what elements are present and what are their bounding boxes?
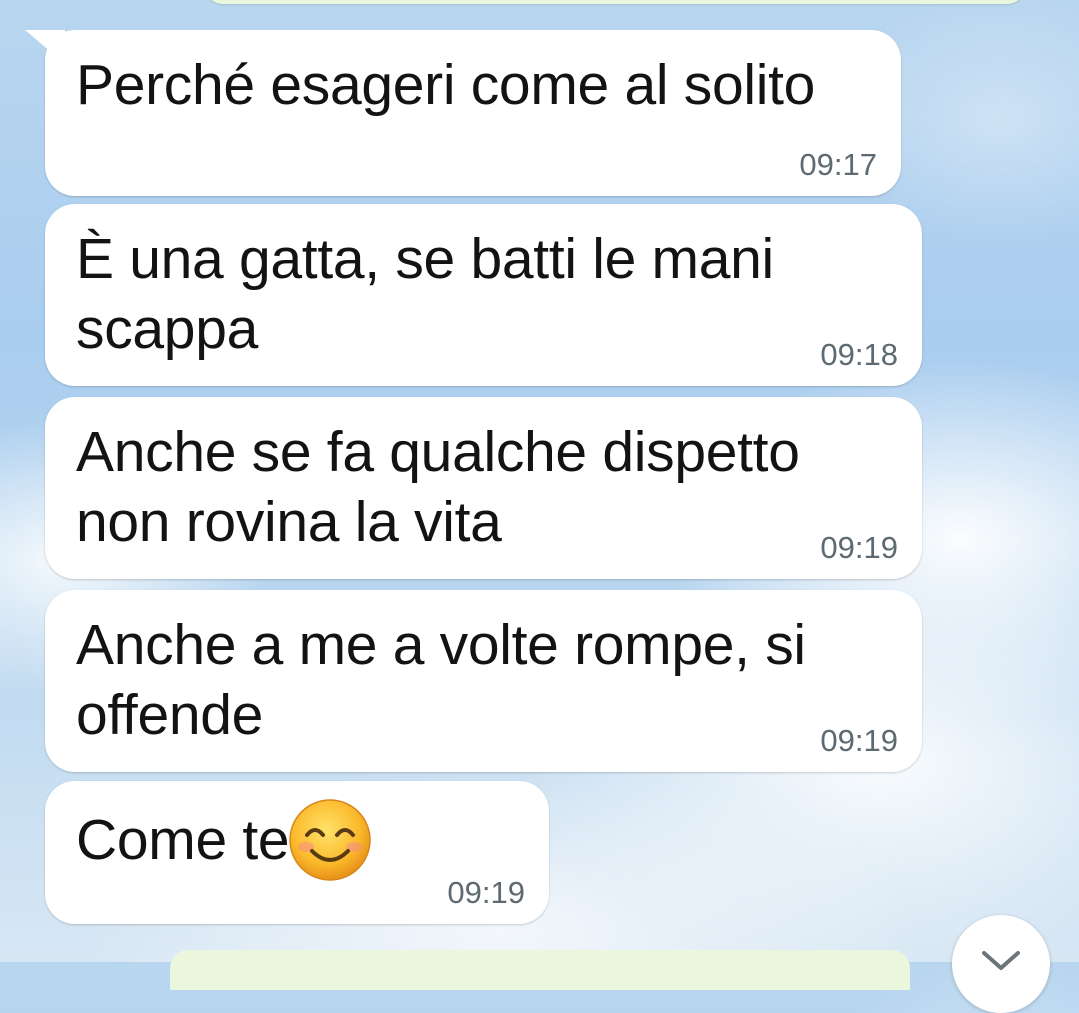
message-timestamp: 09:19 — [447, 875, 525, 910]
message-timestamp: 09:19 — [820, 723, 898, 758]
scroll-to-bottom-button[interactable] — [952, 915, 1050, 1013]
chevron-down-icon — [982, 951, 1020, 970]
incoming-message-bubble[interactable]: Anche a me a volte rompe, si offende 09:… — [45, 590, 922, 772]
message-text: Anche a me a volte rompe, si offende — [76, 613, 806, 747]
message-text: È una gatta, se batti le mani scappa — [76, 227, 774, 361]
outgoing-message-bubble-partial[interactable] — [205, 0, 1025, 4]
message-text: Anche se fa qualche dispetto non rovina … — [76, 420, 800, 554]
message-timestamp: 09:17 — [799, 147, 877, 182]
incoming-message-bubble[interactable]: Perché esageri come al solito 09:17 — [25, 30, 901, 196]
incoming-message-bubble[interactable]: È una gatta, se batti le mani scappa 09:… — [45, 204, 922, 386]
smiling-face-emoji-icon — [287, 797, 373, 883]
outgoing-message-bubble-partial[interactable] — [170, 950, 910, 990]
message-timestamp: 09:19 — [820, 530, 898, 565]
message-text: Perché esageri come al solito — [76, 53, 816, 117]
message-timestamp: 09:18 — [820, 337, 898, 372]
incoming-message-bubble[interactable]: Come te 09:19 — [45, 781, 549, 924]
incoming-message-bubble[interactable]: Anche se fa qualche dispetto non rovina … — [45, 397, 922, 579]
bubble-tail — [25, 30, 65, 64]
message-text: Come te — [76, 808, 290, 873]
